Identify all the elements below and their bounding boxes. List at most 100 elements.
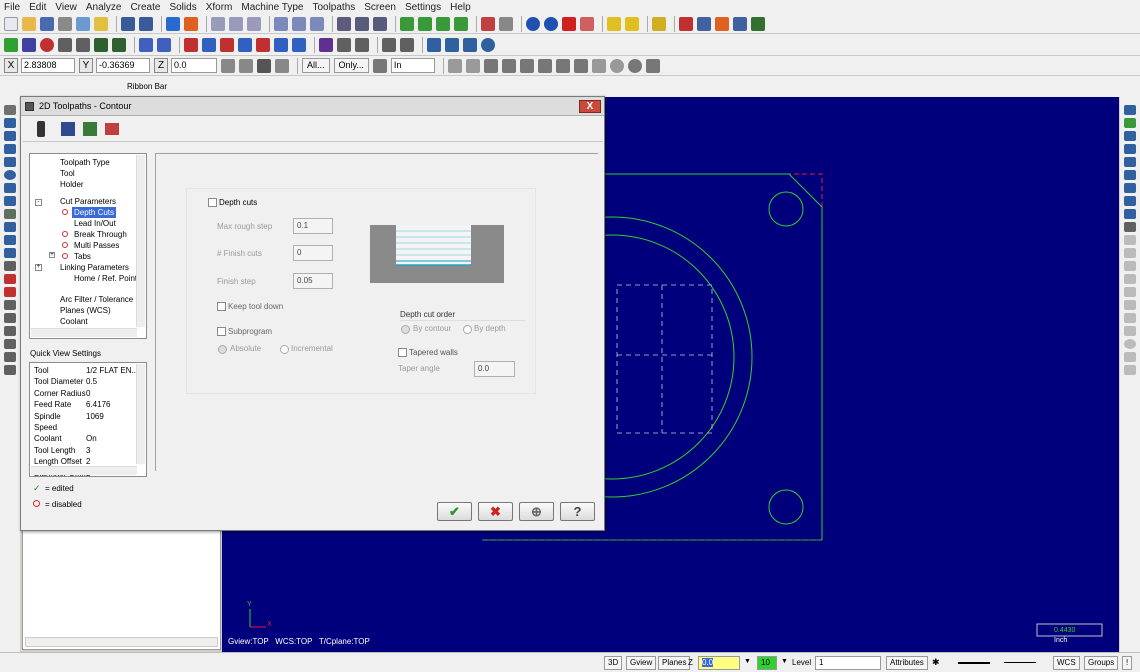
mirror-icon[interactable] — [202, 37, 216, 52]
menu-help[interactable]: Help — [450, 2, 471, 13]
menu-toolpaths[interactable]: Toolpaths — [312, 2, 355, 13]
keep-tool-down-checkbox[interactable] — [217, 302, 226, 311]
surface-steep-icon[interactable] — [1124, 326, 1136, 336]
zoom-out-icon[interactable] — [247, 16, 261, 31]
line-width-icon[interactable] — [1004, 662, 1036, 663]
absolute-radio[interactable] — [218, 345, 227, 354]
scale-icon[interactable] — [238, 37, 252, 52]
fast-point-icon[interactable] — [221, 58, 235, 73]
dialog-close-button[interactable]: X — [579, 100, 601, 113]
highlight-icon[interactable] — [652, 16, 666, 31]
surface-radial-icon[interactable] — [1124, 339, 1136, 349]
operations-manager-panel[interactable] — [22, 530, 221, 650]
chevron-down-icon[interactable]: ▼ — [781, 658, 788, 665]
3d-button[interactable]: 3D — [604, 656, 623, 670]
snap-icon[interactable] — [157, 37, 171, 52]
view-icon[interactable] — [4, 131, 16, 141]
post-icon[interactable] — [715, 16, 729, 31]
quick-view-vertical-scrollbar[interactable] — [136, 364, 145, 464]
surface-icon[interactable] — [4, 209, 16, 219]
question-icon[interactable] — [645, 58, 660, 73]
z-status-input[interactable]: 0.0 — [698, 656, 740, 670]
library-icon[interactable] — [105, 123, 119, 135]
shade-icon[interactable] — [400, 16, 414, 31]
xform-side-icon[interactable] — [1124, 222, 1136, 232]
chain-icon[interactable] — [465, 58, 480, 73]
note-icon[interactable] — [4, 274, 16, 284]
surface-scallop-icon[interactable] — [1124, 287, 1136, 297]
surface-shallow-icon[interactable] — [1124, 313, 1136, 323]
hidden-line-icon[interactable] — [436, 16, 450, 31]
surface-pencil-icon[interactable] — [1124, 261, 1136, 271]
line-icon[interactable] — [22, 37, 36, 52]
wireframe-icon[interactable] — [418, 16, 432, 31]
trim-icon[interactable] — [94, 37, 108, 52]
z-coord-input[interactable]: 0.0 — [171, 58, 217, 73]
menu-machine-type[interactable]: Machine Type — [241, 2, 303, 13]
zoom-in-icon[interactable] — [229, 16, 243, 31]
tree-home-ref-points[interactable]: Home / Ref. Points — [74, 273, 141, 284]
by-depth-radio[interactable] — [463, 325, 472, 334]
tree-toolpath-type[interactable]: Toolpath Type — [60, 157, 110, 168]
result-select-icon[interactable] — [573, 58, 588, 73]
engrave-icon[interactable] — [1124, 196, 1136, 206]
measure-icon[interactable] — [400, 37, 414, 52]
menu-edit[interactable]: Edit — [29, 2, 46, 13]
attributes-button[interactable]: Attributes — [886, 656, 928, 670]
render-icon[interactable] — [580, 16, 594, 31]
multi-edit-icon[interactable] — [4, 326, 16, 336]
array-icon[interactable] — [274, 37, 288, 52]
tree-horizontal-scrollbar[interactable] — [31, 328, 137, 337]
line-style-icon[interactable] — [958, 662, 990, 664]
chevron-down-icon[interactable] — [499, 16, 513, 31]
export-icon[interactable] — [751, 16, 765, 31]
vector-select-icon[interactable] — [519, 58, 534, 73]
drafting-icon[interactable] — [4, 339, 16, 349]
units-select[interactable]: In — [390, 58, 435, 73]
rotate-icon[interactable] — [220, 37, 234, 52]
gview-top-icon[interactable] — [337, 16, 351, 31]
save-as-icon[interactable] — [83, 122, 97, 136]
stretch-icon[interactable] — [292, 37, 306, 52]
tree-coolant[interactable]: Coolant — [60, 316, 88, 327]
hatch-icon[interactable] — [4, 287, 16, 297]
solid-extrude-icon[interactable] — [4, 222, 16, 232]
point-icon[interactable] — [4, 37, 18, 52]
delete-icon[interactable] — [139, 37, 153, 52]
repaint-icon[interactable] — [310, 16, 324, 31]
quick-view-panel[interactable]: Tool 1/2 FLAT EN... Tool Diameter 0.5 Corner… — [29, 362, 147, 478]
wand-icon[interactable] — [625, 16, 639, 31]
ops-horizontal-scrollbar[interactable] — [25, 637, 218, 647]
analyze-entity-icon[interactable] — [4, 196, 16, 206]
apply-button[interactable]: ⊕ — [519, 502, 554, 521]
gview-front-icon[interactable] — [355, 16, 369, 31]
layer-icon[interactable] — [4, 157, 16, 167]
offset-icon[interactable] — [256, 37, 270, 52]
tree-vertical-scrollbar[interactable] — [136, 155, 145, 327]
zoom-window-icon[interactable] — [211, 16, 225, 31]
help-button[interactable]: ? — [560, 502, 595, 521]
surface-finish-icon[interactable] — [1124, 248, 1136, 258]
tree-collapse-icon[interactable]: - — [35, 199, 42, 206]
red-cube-icon[interactable] — [562, 16, 576, 31]
x-coord-input[interactable]: 2.83808 — [21, 58, 75, 73]
move-icon[interactable] — [166, 16, 180, 31]
save-icon[interactable] — [40, 16, 54, 31]
solid-icon[interactable] — [454, 16, 468, 31]
drill-icon[interactable] — [1124, 144, 1136, 154]
tree-arc-filter[interactable]: Arc Filter / Tolerance — [60, 294, 133, 305]
tree-expand-icon[interactable]: + — [49, 252, 55, 258]
tapered-walls-checkbox[interactable] — [398, 348, 407, 357]
menu-screen[interactable]: Screen — [364, 2, 396, 13]
fillet-icon[interactable] — [76, 37, 90, 52]
tree-tabs[interactable]: Tabs — [74, 251, 91, 262]
tree-cut-parameters[interactable]: Cut Parameters — [60, 196, 116, 207]
grid-icon[interactable] — [4, 144, 16, 154]
group-select-icon[interactable] — [555, 58, 570, 73]
subprogram-checkbox[interactable] — [217, 327, 226, 336]
menu-analyze[interactable]: Analyze — [86, 2, 122, 13]
entity-icon[interactable] — [4, 105, 16, 115]
ok-button[interactable]: ✔ — [437, 502, 472, 521]
pan-icon[interactable] — [4, 183, 16, 193]
contour-icon[interactable] — [1124, 157, 1136, 167]
